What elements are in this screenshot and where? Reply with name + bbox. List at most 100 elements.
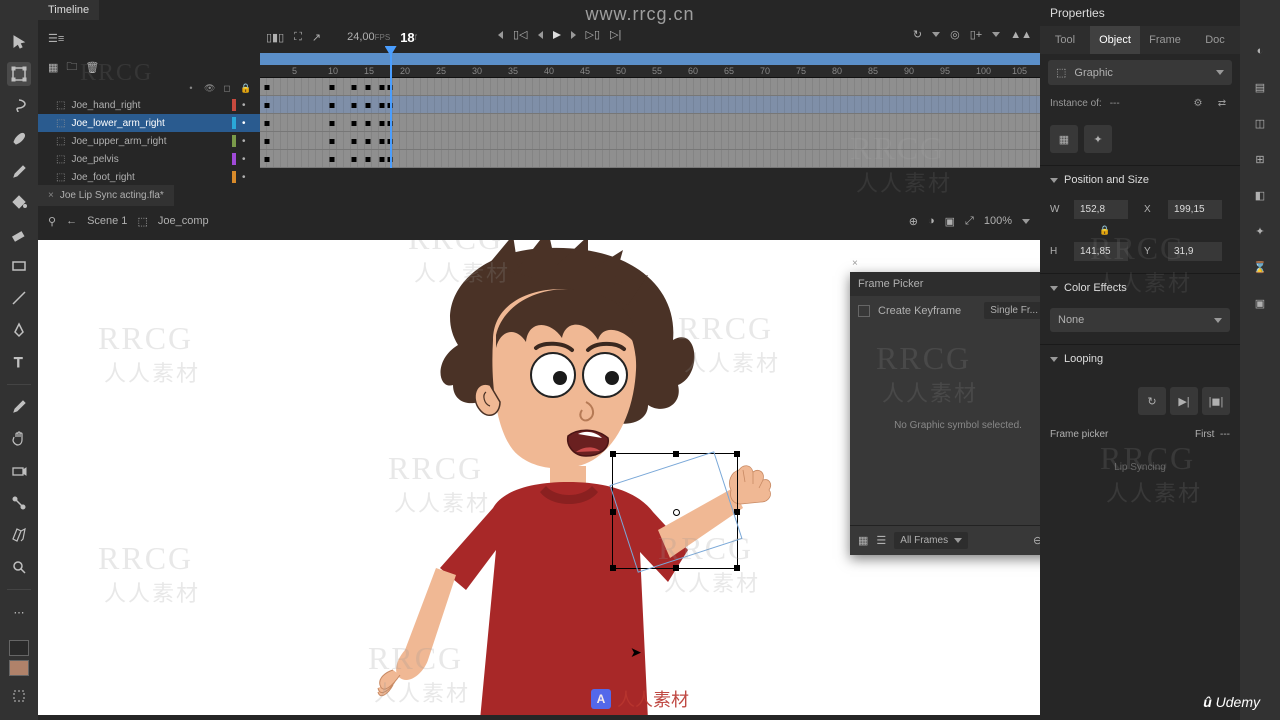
resize-handle-se[interactable]: [734, 565, 740, 571]
zoom-tool-icon[interactable]: [7, 555, 31, 579]
resize-handle-s[interactable]: [673, 565, 679, 571]
instance-type-select[interactable]: ⬚Graphic: [1048, 60, 1232, 85]
single-frame-icon[interactable]: |◼|: [1202, 387, 1230, 415]
resize-handle-n[interactable]: [673, 451, 679, 457]
timeline-track[interactable]: [260, 96, 1040, 114]
lip-syncing-button[interactable]: Lip Syncing: [1050, 454, 1230, 481]
eraser-tool-icon[interactable]: [7, 222, 31, 246]
align-dock-icon[interactable]: ⊞: [1249, 148, 1271, 170]
timeline-track[interactable]: [260, 78, 1040, 96]
symbol-crumb[interactable]: Joe_comp: [158, 215, 209, 227]
prev-frame-icon[interactable]: [538, 31, 543, 39]
break-apart-icon[interactable]: ✦: [1084, 125, 1112, 153]
loop-icon[interactable]: ↻: [913, 28, 922, 41]
lasso-tool-icon[interactable]: [7, 94, 31, 118]
pen-tool-icon[interactable]: [7, 318, 31, 342]
timeline-track[interactable]: [260, 150, 1040, 168]
transform-dock-icon[interactable]: ✦: [1249, 220, 1271, 242]
marker-icon[interactable]: ▲▲: [1010, 29, 1032, 41]
layer-row[interactable]: ⬚Joe_hand_right•: [38, 96, 260, 114]
add-layer-icon[interactable]: ▦: [48, 61, 58, 74]
play-icon[interactable]: [553, 31, 561, 39]
tab-object[interactable]: Object: [1090, 26, 1140, 54]
lock-head-icon[interactable]: 🔒: [240, 83, 250, 94]
history-dock-icon[interactable]: ⌛: [1249, 256, 1271, 278]
first-value[interactable]: ---: [1220, 429, 1230, 440]
brush-tool-icon[interactable]: [7, 158, 31, 182]
layer-row[interactable]: ⬚Joe_foot_right•: [38, 168, 260, 186]
list-view-icon[interactable]: ☰: [876, 534, 886, 547]
fluid-brush-tool-icon[interactable]: [7, 126, 31, 150]
back-icon[interactable]: ←: [66, 215, 77, 227]
free-transform-tool-icon[interactable]: [7, 62, 31, 86]
color-dock-icon[interactable]: ◧: [1249, 184, 1271, 206]
step-fwd-icon[interactable]: ▷▯: [586, 28, 601, 41]
layers-icon[interactable]: ☰≡: [48, 32, 64, 45]
rotate-stage-icon[interactable]: ◑: [928, 215, 935, 227]
center-stage-icon[interactable]: ⊕: [909, 215, 918, 228]
play-once-icon[interactable]: ▶|: [1170, 387, 1198, 415]
tab-doc[interactable]: Doc: [1190, 26, 1240, 54]
keyframe-nav-icon[interactable]: ▯▮▯: [266, 31, 284, 44]
timeline-tab[interactable]: Timeline: [38, 0, 99, 20]
stroke-swatch[interactable]: [9, 640, 29, 656]
onion-skin-icon[interactable]: ⛶: [294, 31, 302, 44]
close-icon[interactable]: ×: [852, 258, 858, 269]
first-frame-icon[interactable]: [498, 31, 503, 39]
all-frames-dropdown[interactable]: All Frames: [894, 532, 968, 549]
color-effect-select[interactable]: None: [1050, 308, 1230, 332]
asset-warp-tool-icon[interactable]: [7, 523, 31, 547]
onion-outline-icon[interactable]: ◎: [950, 28, 960, 41]
highlight-head-icon[interactable]: •: [186, 83, 196, 94]
selection-tool-icon[interactable]: [7, 30, 31, 54]
bone-tool-icon[interactable]: [7, 491, 31, 515]
scene-crumb[interactable]: Scene 1: [87, 215, 127, 227]
resize-handle-w[interactable]: [610, 509, 616, 515]
paint-bucket-tool-icon[interactable]: [7, 190, 31, 214]
resize-handle-nw[interactable]: [610, 451, 616, 457]
y-field[interactable]: [1168, 242, 1222, 261]
next-frame-icon[interactable]: [571, 31, 576, 39]
selection-box[interactable]: [612, 453, 738, 569]
resize-handle-sw[interactable]: [610, 565, 616, 571]
eyedropper-tool-icon[interactable]: [7, 395, 31, 419]
create-keyframe-checkbox[interactable]: [858, 305, 870, 317]
delete-layer-icon[interactable]: 🗑: [85, 61, 99, 74]
link-wh-icon[interactable]: 🔒: [1074, 225, 1136, 236]
fill-swatch[interactable]: [9, 660, 29, 676]
library-dock-icon[interactable]: ▤: [1249, 76, 1271, 98]
tab-frame[interactable]: Frame: [1140, 26, 1190, 54]
color-effects-head[interactable]: Color Effects: [1040, 274, 1240, 302]
fps-value[interactable]: 24,00: [347, 31, 375, 43]
playhead[interactable]: [390, 54, 392, 168]
text-tool-icon[interactable]: T: [7, 350, 31, 374]
edit-toolbar-icon[interactable]: ⋯: [7, 600, 31, 624]
clip-icon[interactable]: ▣: [945, 215, 955, 228]
instance-behavior-icon[interactable]: ▦: [1050, 125, 1078, 153]
resize-handle-e[interactable]: [734, 509, 740, 515]
resize-handle-ne[interactable]: [734, 451, 740, 457]
loop-mode-icon[interactable]: ↻: [1138, 387, 1166, 415]
grid-view-icon[interactable]: ▦: [858, 534, 868, 547]
current-frame[interactable]: 18: [400, 30, 414, 45]
position-size-head[interactable]: Position and Size: [1040, 166, 1240, 194]
visibility-head-icon[interactable]: 👁: [204, 83, 214, 94]
width-field[interactable]: [1074, 200, 1128, 219]
height-field[interactable]: [1074, 242, 1128, 261]
looping-head[interactable]: Looping: [1040, 345, 1240, 373]
properties-dock-icon[interactable]: ◐: [1249, 40, 1271, 62]
components-dock-icon[interactable]: ▣: [1249, 292, 1271, 314]
swap-colors-icon[interactable]: [7, 684, 31, 708]
pin-icon[interactable]: ⚲: [48, 215, 56, 228]
edit-multiple-icon[interactable]: ↗: [312, 31, 321, 44]
assets-dock-icon[interactable]: ◫: [1249, 112, 1271, 134]
outline-head-icon[interactable]: ◻: [222, 83, 232, 94]
instance-settings-icon[interactable]: ⚙: [1190, 95, 1206, 111]
rectangle-tool-icon[interactable]: [7, 254, 31, 278]
zoom-value[interactable]: 100%: [984, 215, 1012, 227]
document-tab[interactable]: ×Joe Lip Sync acting.fla*: [38, 185, 174, 206]
step-back-icon[interactable]: ▯◁: [513, 28, 528, 41]
timeline-track[interactable]: [260, 114, 1040, 132]
add-folder-icon[interactable]: 🗀: [66, 58, 77, 77]
last-frame-icon[interactable]: ▷|: [610, 28, 621, 41]
